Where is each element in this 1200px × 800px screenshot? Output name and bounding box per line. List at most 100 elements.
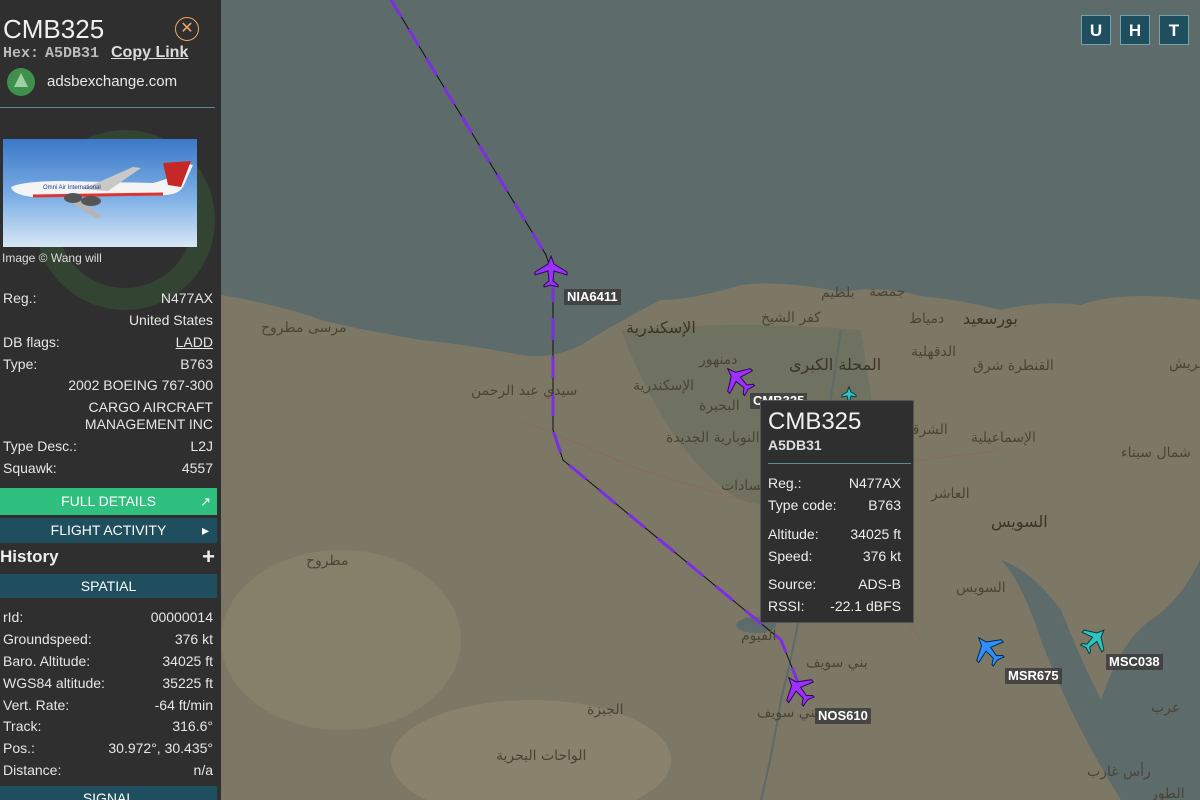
spatial-value: 00000014: [150, 609, 213, 625]
plus-icon[interactable]: +: [202, 544, 215, 570]
city-label: الفيوم: [741, 628, 777, 644]
spatial-label: Vert. Rate:: [3, 697, 70, 713]
divider: [0, 107, 215, 108]
tooltip-value: -22.1 dBFS: [830, 598, 901, 614]
spatial-value: 30.972°, 30.435°: [108, 740, 213, 756]
aircraft-tooltip: CMB325 A5DB31 Reg.: N477AX Type code: B763…: [760, 400, 914, 623]
tooltip-row: Type code: B763: [768, 497, 901, 513]
signal-section-header: SIGNAL: [0, 786, 217, 800]
full-details-label: FULL DETAILS: [61, 493, 156, 509]
aircraft-label-nos610[interactable]: NOS610: [815, 708, 871, 724]
tooltip-hex: A5DB31: [768, 437, 822, 453]
city-label: عريش: [1169, 356, 1200, 372]
spatial-section-header: SPATIAL: [0, 574, 217, 598]
detail-value: 2002 BOEING 767-300: [68, 377, 213, 393]
map-button-u[interactable]: U: [1081, 15, 1111, 45]
spatial-label: Track:: [3, 718, 42, 734]
spatial-label: Baro. Altitude:: [3, 653, 91, 669]
city-label: بني سويف: [757, 705, 819, 721]
city-label: شمال سيناء: [1121, 445, 1191, 461]
city-label: العاشر: [931, 486, 970, 502]
tooltip-callsign: CMB325: [768, 408, 862, 435]
copy-link[interactable]: Copy Link: [111, 44, 188, 62]
city-label: السويس: [956, 580, 1006, 596]
history-label: History: [0, 547, 59, 566]
tooltip-label: RSSI:: [768, 598, 805, 614]
city-label: الإسماعيلية: [971, 430, 1036, 446]
hex-label: Hex:: [3, 45, 40, 62]
aircraft-label-msr675[interactable]: MSR675: [1005, 668, 1062, 684]
external-link-icon: ↗: [200, 494, 211, 509]
hex-value: A5DB31: [45, 45, 100, 62]
aircraft-label-nia6411[interactable]: NIA6411: [564, 289, 621, 305]
detail-value: B763: [180, 356, 213, 372]
tooltip-row: Speed: 376 kt: [768, 548, 901, 564]
full-details-button[interactable]: FULL DETAILS ↗: [0, 488, 217, 515]
detail-value: MANAGEMENT INC: [84, 416, 213, 432]
detail-label: Type Desc.:: [3, 438, 77, 454]
city-label: دمنهور: [699, 352, 738, 368]
aircraft-label-msc038[interactable]: MSC038: [1106, 654, 1163, 670]
city-label: الإسكندرية: [626, 318, 696, 337]
map-button-t[interactable]: T: [1159, 15, 1189, 45]
detail-label: Reg.:: [3, 290, 37, 306]
city-label: الدقهلية: [911, 344, 957, 360]
tooltip-value: 34025 ft: [850, 526, 901, 542]
detail-label: Type:: [3, 356, 38, 372]
detail-value: L2J: [190, 438, 213, 454]
aircraft-callsign: CMB325: [3, 14, 105, 44]
map-button-h[interactable]: H: [1120, 15, 1150, 45]
spatial-value: 35225 ft: [162, 675, 213, 691]
city-label: بلطيم: [821, 285, 855, 301]
source-link[interactable]: adsbexchange.com: [47, 73, 177, 90]
tooltip-value: ADS-B: [858, 576, 901, 592]
city-label: الإسكندرية: [633, 378, 695, 394]
ladd-link[interactable]: LADD: [176, 334, 213, 350]
city-label: جمصة: [869, 284, 906, 300]
spatial-label: WGS84 altitude:: [3, 675, 105, 691]
tooltip-label: Type code:: [768, 497, 837, 513]
city-label: المحلة الكبرى: [789, 355, 882, 374]
tooltip-label: Altitude:: [768, 526, 819, 542]
chevron-right-icon: ▸: [201, 522, 209, 538]
flight-activity-button[interactable]: FLIGHT ACTIVITY ▸: [0, 518, 217, 543]
detail-value: 4557: [181, 460, 213, 476]
close-icon[interactable]: ✕: [175, 17, 199, 41]
spatial-label: Groundspeed:: [3, 631, 92, 647]
history-header[interactable]: History +: [0, 544, 217, 570]
city-label: سيدي عبد الرحمن: [471, 383, 578, 399]
city-label: النوبارية الجديدة: [666, 430, 760, 446]
city-label: الجيزة: [587, 702, 624, 718]
spatial-value: n/a: [193, 762, 213, 778]
city-label: رأس غارب: [1087, 764, 1151, 780]
city-label: مطروح: [306, 553, 349, 569]
city-label: دمياط: [909, 311, 945, 327]
tooltip-label: Source:: [768, 576, 817, 592]
detail-value: United States: [128, 312, 213, 328]
spatial-label: rId:: [3, 609, 24, 625]
aircraft-info-panel: CMB325 ✕ Hex: A5DB31 Copy Link adsbexchan…: [0, 0, 221, 800]
flight-activity-label: FLIGHT ACTIVITY: [50, 522, 167, 538]
aircraft-photo[interactable]: Omni Air International: [3, 139, 197, 247]
spatial-label: Distance:: [3, 762, 62, 778]
photo-credit: Image © Wang will: [2, 251, 102, 265]
city-label: الواحات البحرية: [496, 748, 587, 764]
tooltip-value: B763: [868, 497, 901, 513]
spatial-value: 376 kt: [174, 631, 213, 647]
city-label: السويس: [991, 512, 1048, 531]
city-label: بورسعيد: [963, 309, 1018, 328]
city-label: كفر الشيخ: [761, 310, 821, 326]
tooltip-divider: [768, 463, 911, 464]
tooltip-row: Reg.: N477AX: [768, 475, 901, 491]
spatial-value: -64 ft/min: [154, 697, 213, 713]
city-label: القنطرة شرق: [973, 358, 1054, 374]
detail-label: DB flags:: [3, 334, 60, 350]
svg-text:Omni Air International: Omni Air International: [43, 185, 101, 191]
tooltip-row: Altitude: 34025 ft: [768, 526, 901, 542]
map-view[interactable]: الإسكندرية مرسى مطروح سيدي عبد الرحمن ال…: [221, 0, 1200, 800]
tooltip-label: Speed:: [768, 548, 813, 564]
detail-value: CARGO AIRCRAFT: [88, 399, 213, 415]
tooltip-label: Reg.:: [768, 475, 802, 491]
city-label: عرب: [1151, 700, 1181, 716]
detail-value: N477AX: [160, 290, 213, 306]
